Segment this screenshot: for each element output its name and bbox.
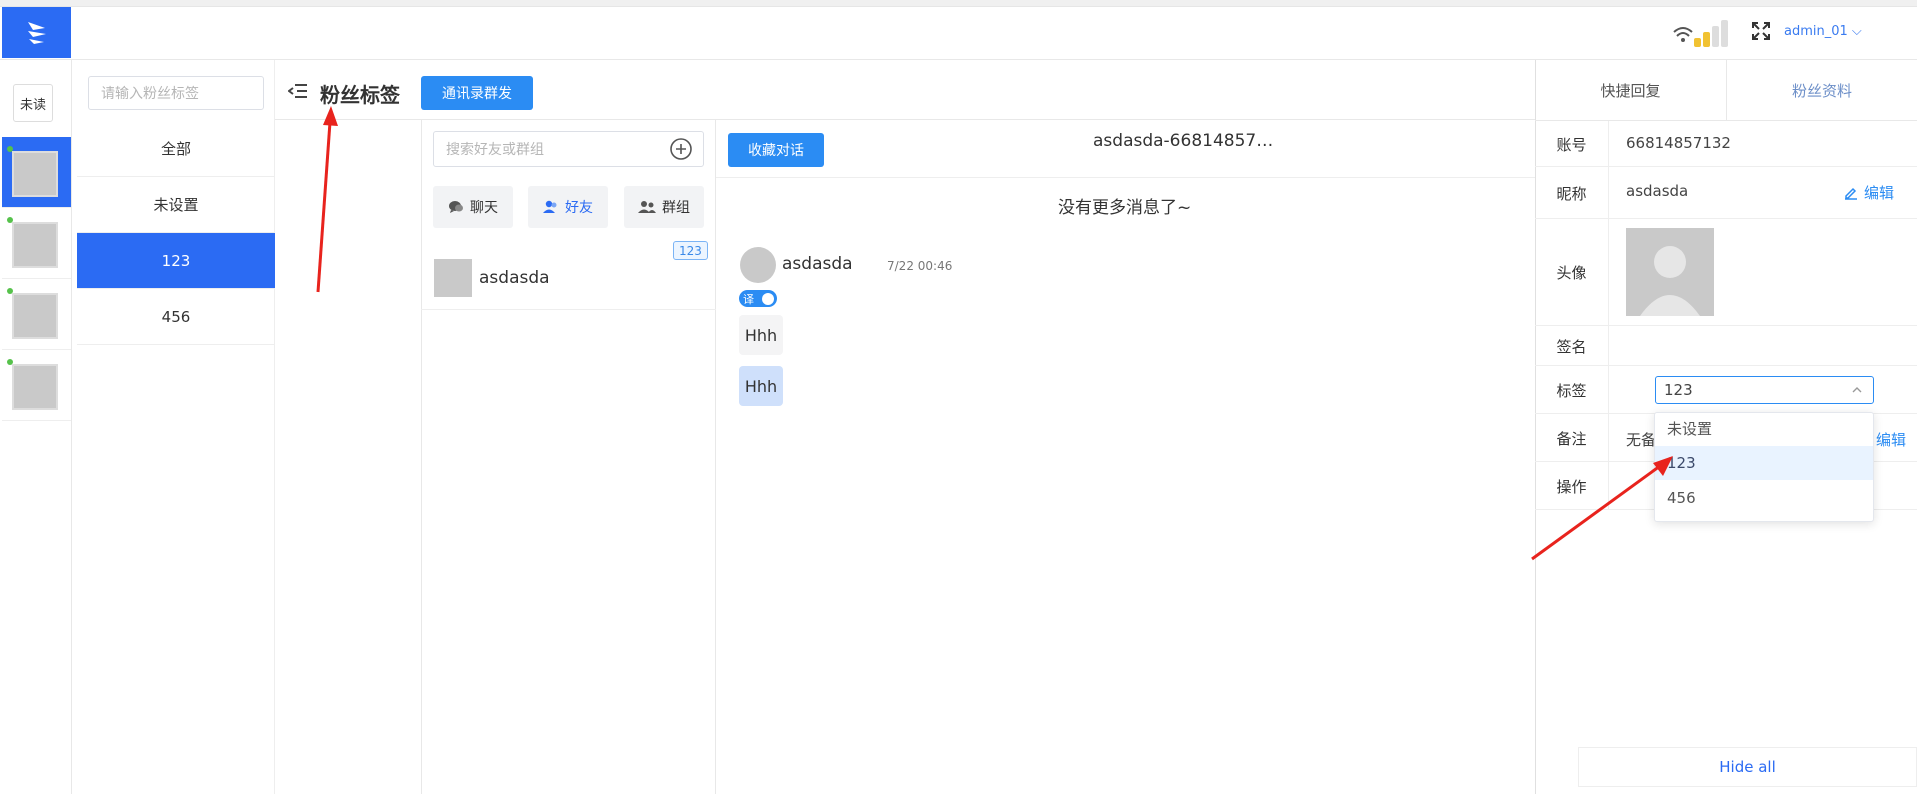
edit-remark-link[interactable]: 编辑 (1876, 429, 1906, 450)
edit-label: 编辑 (1876, 431, 1907, 449)
tab-fan-profile[interactable]: 粉丝资料 (1726, 60, 1917, 121)
tag-search-input[interactable]: 请输入粉丝标签 (88, 76, 264, 110)
chevron-up-icon (1850, 382, 1864, 396)
avatar (12, 151, 58, 197)
toggle-knob (762, 293, 774, 305)
hide-all-button[interactable]: Hide all (1578, 747, 1917, 787)
avatar-label: 头像 (1535, 219, 1609, 326)
edit-icon (1845, 187, 1857, 200)
tag-item-all[interactable]: 全部 (77, 121, 275, 177)
menu-collapse-icon[interactable] (287, 83, 308, 99)
action-label: 操作 (1535, 462, 1609, 510)
contact-tag-badge: 123 (673, 241, 708, 260)
message-timestamp: 7/22 00:46 (887, 259, 953, 273)
top-bar (0, 7, 1917, 60)
avatar (12, 293, 58, 339)
avatar (12, 222, 58, 268)
tag-item-456[interactable]: 456 (77, 289, 275, 345)
dropdown-option-123[interactable]: 123 (1655, 446, 1873, 480)
chat-panel (716, 120, 1535, 794)
network-signal-icon (1672, 18, 1736, 48)
avatar (434, 259, 472, 297)
translated-message-bubble: Hhh (739, 366, 783, 406)
fullscreen-icon[interactable] (1752, 22, 1770, 40)
chat-title: asdasda-66814857… (1093, 131, 1274, 151)
rail-account-item[interactable] (2, 350, 71, 421)
tab-groups[interactable]: 群组 (624, 186, 704, 228)
contact-search-input[interactable]: 搜索好友或群组 (433, 131, 704, 167)
group-icon (638, 201, 656, 213)
account-label: 账号 (1535, 121, 1609, 167)
signature-label: 签名 (1535, 326, 1609, 366)
tab-quick-reply[interactable]: 快捷回复 (1535, 60, 1726, 121)
friend-icon (543, 200, 557, 213)
edit-label: 编辑 (1864, 184, 1895, 202)
window-top-strip (0, 0, 1917, 7)
remark-label: 备注 (1535, 414, 1609, 462)
tag-item-123[interactable]: 123 (77, 233, 275, 289)
chat-icon (449, 201, 463, 213)
tab-groups-label: 群组 (662, 200, 690, 216)
avatar (12, 364, 58, 410)
rail-account-item[interactable] (2, 208, 71, 279)
add-contact-icon[interactable] (669, 137, 693, 161)
tag-item-unset[interactable]: 未设置 (77, 177, 275, 233)
favorite-conversation-button[interactable]: 收藏对话 (728, 133, 824, 167)
page-title: 粉丝标签 (320, 83, 400, 107)
edit-nickname-link[interactable]: 编辑 (1844, 182, 1894, 203)
annotation-arrow (316, 106, 338, 293)
contacts-broadcast-button[interactable]: 通讯录群发 (421, 76, 533, 110)
message-bubble: Hhh (739, 315, 783, 355)
unread-filter-button[interactable]: 未读 (13, 84, 53, 122)
user-menu[interactable]: admin_01 ⌵ (1784, 24, 1862, 39)
dropdown-option-456[interactable]: 456 (1655, 481, 1873, 515)
avatar (740, 247, 776, 283)
rail-account-item[interactable] (2, 279, 71, 350)
tab-chat[interactable]: 聊天 (433, 186, 513, 228)
divider (716, 177, 1535, 178)
translate-label: 译 (743, 292, 754, 306)
contact-name: asdasda (479, 268, 550, 288)
tab-chat-label: 聊天 (470, 200, 498, 216)
tab-friends-label: 好友 (565, 200, 593, 216)
tag-select[interactable]: 123 (1655, 376, 1874, 404)
nickname-value: asdasda (1626, 182, 1689, 200)
rail-account-item[interactable] (2, 137, 71, 208)
dropdown-option-unset[interactable]: 未设置 (1655, 411, 1873, 445)
remark-value: 无备 (1626, 431, 1657, 449)
fan-avatar (1626, 228, 1714, 316)
app-logo[interactable] (2, 7, 71, 58)
message-sender: asdasda (782, 254, 853, 274)
account-value: 66814857132 (1626, 134, 1731, 152)
nickname-label: 昵称 (1535, 167, 1609, 219)
tab-friends[interactable]: 好友 (528, 186, 608, 228)
logo-icon (27, 21, 46, 44)
tag-label: 标签 (1535, 366, 1609, 414)
no-more-messages-text: 没有更多消息了~ (1058, 198, 1192, 218)
